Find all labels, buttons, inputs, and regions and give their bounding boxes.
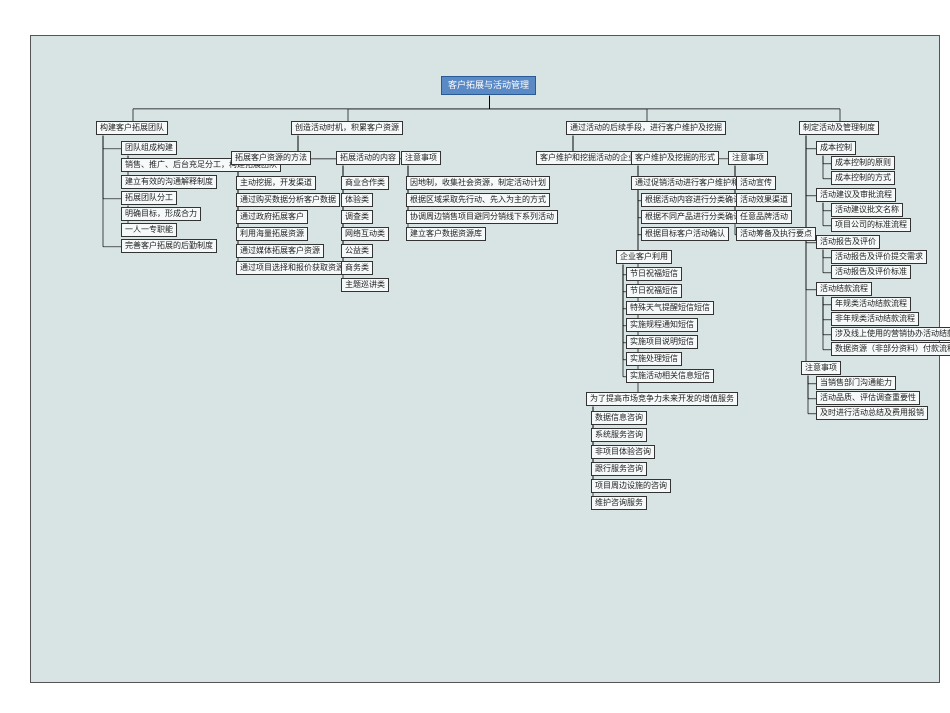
node-e5b: 活动品质、评估调查重要性 [816, 391, 920, 405]
node-e3: 活动报告及评价 [816, 235, 880, 249]
node-d2b5: 实施项目说明短信 [626, 335, 698, 349]
node-c2b: 体验类 [341, 193, 373, 207]
node-e2a: 活动建议批文名称 [831, 203, 903, 217]
node-d3: 注意事项 [728, 151, 768, 165]
node-n7: 完善客户拓展的后勤制度 [121, 239, 217, 253]
node-d2c4: 跟行服务咨询 [591, 462, 647, 476]
node-e2: 活动建议及审批流程 [816, 188, 896, 202]
node-c2d: 网络互动类 [341, 227, 389, 241]
node-d3a: 活动宣传 [736, 176, 776, 190]
node-d2b4: 实施规程通知短信 [626, 318, 698, 332]
node-c2f: 商务类 [341, 261, 373, 275]
node-d2a2: 根据不同产品进行分类确认 [641, 210, 745, 224]
node-d2c6: 维护咨询服务 [591, 496, 647, 510]
node-c1b: 通过购买数据分析客户数据 [236, 193, 340, 207]
node-n6: 一人一专职能 [121, 223, 177, 237]
node-c3: 注意事项 [401, 151, 441, 165]
node-c1e: 通过媒体拓展客户资源 [236, 244, 324, 258]
node-e1: 成本控制 [816, 141, 856, 155]
node-d2: 客户维护及挖掘的形式 [631, 151, 719, 165]
node-b3: 通过活动的后续手段，进行客户维护及挖掘 [566, 121, 726, 135]
node-c1f: 通过项目选择和报价获取资源 [236, 261, 348, 275]
node-c3d: 建立客户数据资源库 [406, 227, 486, 241]
node-c1a: 主动挖掘，开发渠道 [236, 176, 316, 190]
node-e4d: 数据资源（非部分资料）付款流程 [831, 342, 950, 356]
node-d2c2: 系统服务咨询 [591, 428, 647, 442]
node-d2b7: 实施活动相关信息短信 [626, 369, 714, 383]
node-e5a: 当销售部门沟通能力 [816, 376, 896, 390]
node-d2b6: 实施处理短信 [626, 352, 682, 366]
node-b1: 构建客户拓展团队 [96, 121, 168, 135]
node-e4b: 非年规类活动结款流程 [831, 312, 919, 326]
node-n5: 明确目标，形成合力 [121, 207, 201, 221]
node-c2c: 调查类 [341, 210, 373, 224]
node-c2a: 商业合作类 [341, 176, 389, 190]
diagram-stage: 客户拓展与活动管理构建客户拓展团队 创造活动时机，积累客户资源 通过活动的后续手段，… [0, 0, 950, 713]
node-c3c: 协调周边销售项目避同分销线下系列活动 [406, 210, 558, 224]
node-c1c: 通过政府拓展客户 [236, 210, 308, 224]
diagram-canvas: 客户拓展与活动管理构建客户拓展团队 创造活动时机，积累客户资源 通过活动的后续手段，… [30, 35, 940, 683]
node-d2a1: 根据活动内容进行分类确认 [641, 193, 745, 207]
node-d2c3: 非项目体验咨询 [591, 445, 655, 459]
node-c2: 拓展活动的内容 [336, 151, 400, 165]
node-e3a: 活动报告及评价提交需求 [831, 250, 927, 264]
node-e2b: 项目公司的标准流程 [831, 218, 911, 232]
node-e4: 活动结款流程 [816, 282, 872, 296]
node-d2b1: 节日祝福短信 [626, 267, 682, 281]
node-d2c5: 项目周边设施的咨询 [591, 479, 671, 493]
node-c1d: 利用海量拓展资源 [236, 227, 308, 241]
node-b2: 创造活动时机，积累客户资源 [291, 121, 403, 135]
node-n4: 拓展团队分工 [121, 191, 177, 205]
node-d3d: 活动筹备及执行要点 [736, 227, 816, 241]
node-d2a3: 根据目标客户活动确认 [641, 227, 729, 241]
node-d2b2: 节日祝福短信 [626, 284, 682, 298]
node-c1: 拓展客户资源的方法 [231, 151, 311, 165]
node-e1a: 成本控制的原则 [831, 156, 895, 170]
node-e5c: 及时进行活动总结及费用报销 [816, 406, 928, 420]
node-e5: 注意事项 [801, 361, 841, 375]
node-b4: 制定活动及管理制度 [799, 121, 879, 135]
node-n3: 建立有效的沟通解释制度 [121, 175, 217, 189]
node-e3b: 活动报告及评价标准 [831, 265, 911, 279]
node-n1: 团队组成构建 [121, 141, 177, 155]
node-d2c1: 数据信息咨询 [591, 411, 647, 425]
node-d3b: 活动效果渠道 [736, 193, 792, 207]
node-d2b: 企业客户利用 [616, 250, 672, 264]
node-e1b: 成本控制的方式 [831, 171, 895, 185]
node-c2g: 主题巡讲类 [341, 278, 389, 292]
node-c2e: 公益类 [341, 244, 373, 258]
node-c3a: 因地制，收集社会资源，制定活动计划 [406, 176, 550, 190]
node-d3c: 任意品牌活动 [736, 210, 792, 224]
node-e4c: 涉及线上使用的营销协办活动结款流程 [831, 327, 950, 341]
node-c3b: 根据区域采取先行动、先入为主的方式 [406, 193, 550, 207]
node-d2c: 为了提高市场竞争力未来开发的增值服务 [586, 392, 738, 406]
node-root: 客户拓展与活动管理 [441, 76, 536, 95]
node-d2b3: 特殊天气提醒短信短信 [626, 301, 714, 315]
node-e4a: 年规类活动结款流程 [831, 297, 911, 311]
